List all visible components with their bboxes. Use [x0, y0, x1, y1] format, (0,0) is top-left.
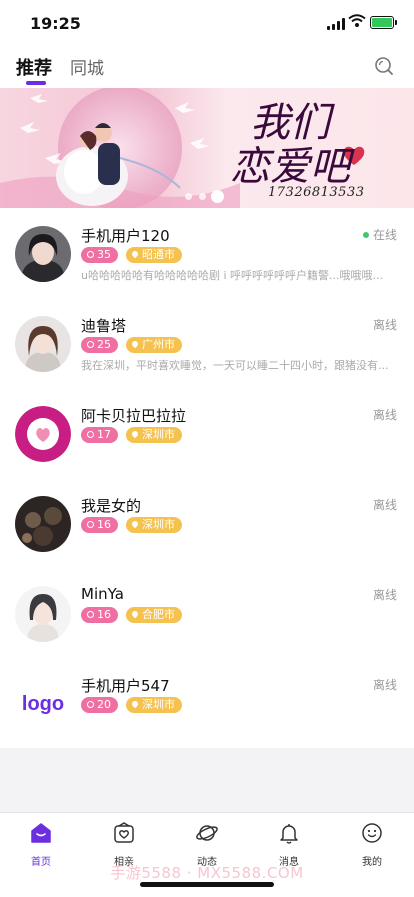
city-value: 深圳市: [142, 518, 175, 531]
nav-messages[interactable]: 消息: [259, 821, 319, 868]
user-card[interactable]: 迪鲁塔 离线 25 广州市 我在深圳，平时喜欢睡觉，一天可以睡二十四小时，跟猪没…: [0, 298, 414, 388]
search-icon[interactable]: [374, 56, 394, 76]
user-name: MinYa: [81, 585, 124, 603]
city-badge: 合肥市: [126, 607, 182, 623]
count-value: 16: [97, 608, 111, 621]
avatar: [15, 496, 71, 552]
avatar: logo: [15, 676, 71, 732]
user-card[interactable]: 手机用户120 在线 35 昭通市 u哈哈哈哈哈有哈哈哈哈哈剧 i 呼呼呼呼呼呼…: [0, 208, 414, 298]
carousel-dot[interactable]: [199, 193, 206, 200]
user-name: 我是女的: [81, 497, 142, 515]
count-badge: 17: [81, 427, 118, 443]
nav-dating[interactable]: 相亲: [94, 821, 154, 868]
avatar: [15, 316, 71, 372]
tab-same-city[interactable]: 同城: [70, 54, 104, 79]
count-badge: 16: [81, 517, 118, 533]
city-badge: 昭通市: [126, 247, 182, 263]
count-badge: 16: [81, 607, 118, 623]
status-text: 离线: [372, 318, 397, 332]
city-value: 深圳市: [142, 428, 175, 441]
nav-profile[interactable]: 我的: [342, 821, 402, 868]
count-badge: 35: [81, 247, 118, 263]
location-pin-icon: [130, 519, 140, 529]
nav-home[interactable]: 首页: [11, 821, 71, 868]
city-badge: 深圳市: [126, 697, 182, 713]
avatar: [15, 406, 71, 462]
count-value: 25: [97, 338, 111, 351]
search-icon: [87, 611, 94, 618]
status-text: 在线: [372, 228, 397, 242]
battery-icon: [370, 16, 397, 29]
status-bar: 19:25: [0, 0, 414, 44]
city-value: 昭通市: [142, 248, 175, 261]
user-name: 手机用户547: [81, 677, 170, 695]
active-tab-indicator: [26, 81, 46, 85]
top-tab-bar: 推荐 同城: [0, 44, 414, 88]
count-value: 35: [97, 248, 111, 261]
location-pin-icon: [130, 699, 140, 709]
status-text: 离线: [372, 678, 397, 692]
user-name: 迪鲁塔: [81, 317, 127, 335]
tab-same-city-label: 同城: [70, 59, 104, 79]
wifi-icon: [348, 14, 366, 27]
heart-frame-icon: [114, 822, 134, 843]
city-value: 广州市: [142, 338, 175, 351]
signal-icon: [327, 18, 345, 30]
banner-title-line2: 恋爱吧: [230, 144, 350, 190]
location-pin-icon: [130, 429, 140, 439]
city-badge: 广州市: [126, 337, 182, 353]
count-value: 17: [97, 428, 111, 441]
promo-banner[interactable]: 我们 恋爱吧 17326813533: [0, 88, 414, 208]
home-indicator[interactable]: [140, 882, 274, 887]
planet-icon: [196, 825, 218, 841]
banner-phone: 17326813533: [268, 185, 365, 200]
count-badge: 20: [81, 697, 118, 713]
smiley-icon: [362, 823, 382, 843]
bell-icon: [280, 824, 298, 844]
count-value: 20: [97, 698, 111, 711]
city-value: 深圳市: [142, 698, 175, 711]
search-icon: [87, 521, 94, 528]
watermark: 手游5588 · MX5588.COM: [110, 864, 304, 882]
user-name: 手机用户120: [81, 227, 170, 245]
avatar: [15, 586, 71, 642]
city-value: 合肥市: [142, 608, 175, 621]
status-time: 19:25: [30, 14, 81, 33]
location-pin-icon: [130, 249, 140, 259]
count-badge: 25: [81, 337, 118, 353]
nav-moments[interactable]: 动态: [177, 821, 237, 868]
count-value: 16: [97, 518, 111, 531]
search-icon: [87, 341, 94, 348]
logo-avatar-text: logo: [21, 692, 65, 715]
tab-recommend-label: 推荐: [16, 58, 52, 79]
online-dot-icon: [362, 231, 369, 238]
search-icon: [87, 251, 94, 258]
search-icon: [87, 431, 94, 438]
user-name: 阿卡贝拉巴拉拉: [81, 407, 187, 425]
tab-recommend[interactable]: 推荐: [16, 54, 52, 85]
search-icon: [87, 701, 94, 708]
status-text: 离线: [372, 408, 397, 422]
carousel-dot-active[interactable]: [211, 190, 224, 203]
city-badge: 深圳市: [126, 427, 182, 443]
location-pin-icon: [130, 339, 140, 349]
user-bio: 我在深圳，平时喜欢睡觉，一天可以睡二十四小时，跟猪没有...: [81, 359, 389, 372]
user-bio: u哈哈哈哈哈有哈哈哈哈哈剧 i 呼呼呼呼呼呼户籍警...哦哦哦...: [81, 269, 383, 282]
online-status: 在线: [362, 226, 397, 243]
avatar: [15, 226, 71, 282]
user-card[interactable]: logo 手机用户547 离线 20 深圳市: [0, 658, 414, 748]
city-badge: 深圳市: [126, 517, 182, 533]
user-card[interactable]: 我是女的 离线 16 深圳市: [0, 478, 414, 568]
carousel-dot[interactable]: [185, 193, 192, 200]
user-list: 手机用户120 在线 35 昭通市 u哈哈哈哈哈有哈哈哈哈哈剧 i 呼呼呼呼呼呼…: [0, 208, 414, 748]
location-pin-icon: [130, 609, 140, 619]
home-icon: [31, 823, 51, 843]
user-card[interactable]: MinYa 离线 16 合肥市: [0, 568, 414, 658]
user-card[interactable]: 阿卡贝拉巴拉拉 离线 17 深圳市: [0, 388, 414, 478]
status-text: 离线: [372, 588, 397, 602]
status-text: 离线: [372, 498, 397, 512]
